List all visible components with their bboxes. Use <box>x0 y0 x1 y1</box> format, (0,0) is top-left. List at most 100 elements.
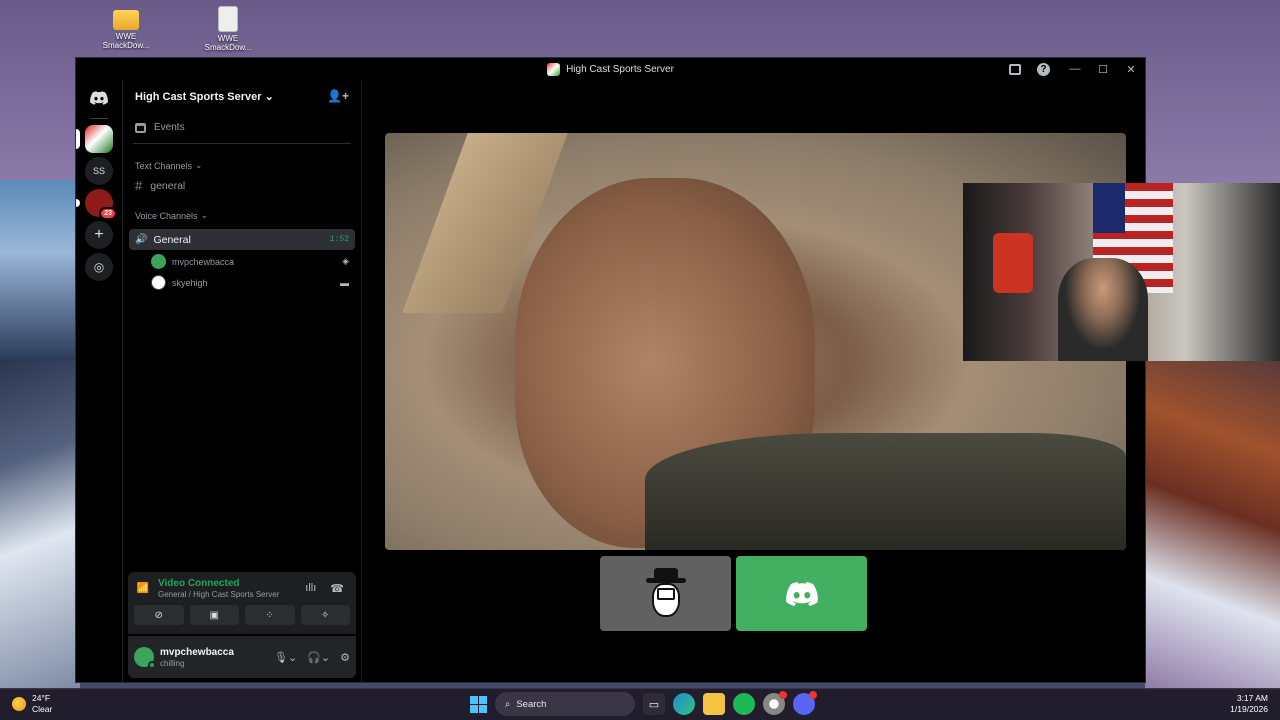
clock-date: 1/19/2026 <box>1230 704 1268 714</box>
system-clock[interactable]: 3:17 AM 1/19/2026 <box>1230 693 1268 715</box>
desktop-icon-file[interactable]: WWE SmackDow... <box>200 6 256 52</box>
speaker-icon: 🔊 <box>135 234 148 245</box>
chevron-down-icon: ⌄ <box>200 210 209 220</box>
heisenberg-avatar-icon <box>645 567 686 620</box>
inbox-icon <box>1009 63 1021 75</box>
text-category[interactable]: Text Channels ⌄ <box>123 144 361 175</box>
windows-start-icon[interactable] <box>470 695 487 713</box>
video-camera-icon: ▬ <box>340 277 349 288</box>
channel-sidebar: High Cast Sports Server ⌄ 👤+ Events Text… <box>122 80 362 682</box>
calendar-icon <box>135 122 146 133</box>
selected-indicator <box>76 129 80 149</box>
server-red[interactable]: 23 <box>76 189 117 220</box>
online-status-dot <box>148 661 156 669</box>
weather-condition: Clear <box>32 704 53 714</box>
voice-channel-label: General <box>153 233 191 246</box>
voice-category[interactable]: Voice Channels ⌄ <box>123 196 361 225</box>
file-icon <box>218 6 238 32</box>
screen-share-icon: ▣ <box>209 609 219 621</box>
voice-user[interactable]: skyehigh ▬ <box>123 271 361 292</box>
compass-icon: ◎ <box>93 260 105 274</box>
participant-tile-mvpchewbacca[interactable] <box>736 556 867 631</box>
camera-off-icon: ⊘ <box>154 609 163 621</box>
folder-icon <box>113 10 139 30</box>
discord-taskbar-icon[interactable] <box>793 691 817 715</box>
server-high-cast-sports[interactable] <box>76 125 113 153</box>
activities-icon: ⁘ <box>265 609 274 621</box>
voice-connected-panel: 📶 Video Connected General / High Cast Sp… <box>128 572 356 634</box>
headphones-button[interactable]: 🎧⌄ <box>307 651 330 664</box>
edge-icon[interactable] <box>673 693 695 715</box>
participant-tile-skyehigh[interactable] <box>600 556 731 631</box>
file-explorer-icon[interactable] <box>703 693 725 715</box>
voice-user-name: skyehigh <box>172 277 208 288</box>
search-placeholder: Search <box>516 698 547 710</box>
minimize-button[interactable]: — <box>1065 63 1085 75</box>
voice-channel-general[interactable]: 🔊 General 1:52 <box>129 229 355 250</box>
server-logo-icon <box>547 62 561 76</box>
inbox-button[interactable] <box>1009 63 1029 75</box>
server-header[interactable]: High Cast Sports Server ⌄ 👤+ <box>123 80 361 112</box>
soundboard-icon: ✧ <box>321 609 330 621</box>
username[interactable]: mvpchewbacca <box>160 647 234 658</box>
events-label: Events <box>154 122 185 133</box>
voice-user[interactable]: mvpchewbacca ◈ <box>123 250 361 271</box>
voice-user-name: mvpchewbacca <box>172 256 235 267</box>
video-camera-icon <box>656 587 675 600</box>
disconnect-button[interactable]: ☎ <box>330 582 344 595</box>
desktop-icon-folder[interactable]: WWE SmackDow... <box>98 6 154 50</box>
noise-suppression-button[interactable]: ıllı <box>305 582 316 595</box>
screen-share-button[interactable]: ▣ <box>189 605 239 625</box>
help-button[interactable]: ? <box>1037 62 1057 76</box>
voice-status[interactable]: Video Connected <box>158 578 279 589</box>
add-server-button[interactable]: + <box>85 221 113 249</box>
voice-location: General / High Cast Sports Server <box>158 590 280 599</box>
taskbar: 24°F Clear ⌕ Search ▭ 3:17 AM 1/19/2026 <box>0 688 1280 720</box>
titlebar: High Cast Sports Server ? — ☐ ✕ <box>76 58 1145 80</box>
microphone-button[interactable]: 🎙⌄ <box>274 651 297 664</box>
category-label: Text Channels <box>135 160 193 171</box>
discord-icon <box>90 91 108 105</box>
server-rail: SS 23 + ◎ <box>76 80 122 682</box>
server-ss[interactable]: SS <box>85 157 113 185</box>
task-view-icon[interactable]: ▭ <box>643 693 665 715</box>
clock-time: 3:17 AM <box>1236 693 1268 703</box>
search-icon: ⌕ <box>505 698 511 710</box>
notification-dot <box>779 691 787 699</box>
spotify-icon[interactable] <box>733 693 755 715</box>
discord-icon <box>785 581 818 606</box>
flag-canton <box>1093 183 1125 233</box>
taskbar-search[interactable]: ⌕ Search <box>495 692 635 716</box>
category-label: Voice Channels <box>135 210 198 221</box>
channel-general[interactable]: # general <box>123 175 361 196</box>
desktop-icon-label: WWE SmackDow... <box>204 34 252 52</box>
plus-icon: + <box>94 226 104 243</box>
notification-dot <box>809 691 817 699</box>
wallpaper-mountain-left <box>0 360 80 690</box>
desktop-icon-label: WWE SmackDow... <box>102 32 150 50</box>
wallpaper-sky <box>0 180 80 360</box>
participant-tiles <box>600 556 867 631</box>
call-timer: 1:52 <box>329 235 349 244</box>
wallpaper-mountain-right <box>1145 360 1280 690</box>
participant-clothing <box>645 433 1126 550</box>
webcam-overlay[interactable] <box>963 183 1280 361</box>
unread-indicator <box>76 199 80 207</box>
webcam-person <box>1058 258 1148 361</box>
weather-widget[interactable]: 24°F Clear <box>12 693 52 715</box>
chrome-icon[interactable] <box>763 691 787 715</box>
events-item[interactable]: Events <box>123 112 361 133</box>
user-avatar[interactable] <box>134 647 156 669</box>
camera-toggle-button[interactable]: ⊘ <box>134 605 184 625</box>
invite-icon[interactable]: 👤+ <box>327 89 349 103</box>
weather-moon-icon <box>12 697 26 711</box>
soundboard-button[interactable]: ✧ <box>300 605 350 625</box>
activities-button[interactable]: ⁘ <box>245 605 295 625</box>
connection-signal-icon[interactable]: 📶 <box>134 580 152 598</box>
maximize-button[interactable]: ☐ <box>1093 63 1113 76</box>
close-button[interactable]: ✕ <box>1121 63 1141 76</box>
settings-gear-icon[interactable]: ⚙ <box>340 651 350 664</box>
home-button[interactable] <box>85 84 113 112</box>
discover-button[interactable]: ◎ <box>85 253 113 281</box>
user-custom-status: chilling <box>160 658 185 668</box>
